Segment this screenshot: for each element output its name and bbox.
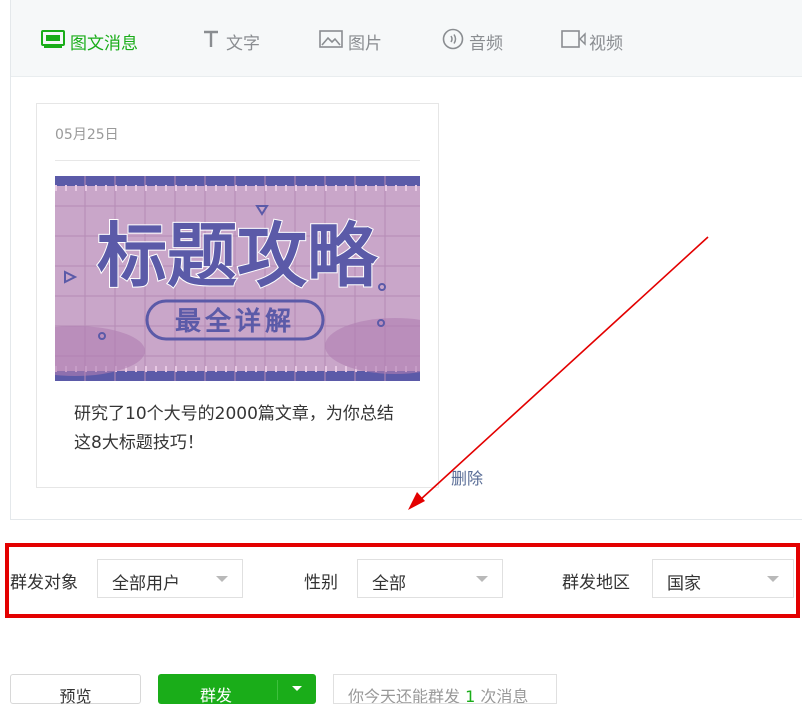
send-target-value: 全部用户 [112, 574, 180, 594]
send-button[interactable]: 群发 [158, 674, 316, 705]
send-target-select[interactable]: 全部用户 [97, 559, 243, 598]
article-title-line: 研究了10个大号的2000篇文章，为你总结 [74, 404, 394, 424]
text-icon [201, 29, 221, 54]
region-value: 国家 [667, 574, 701, 594]
chevron-down-icon [216, 576, 228, 582]
article-card[interactable]: 05月25日 标题攻略 最全详解 研究了10个大号的2000篇文章，为你总结 这… [36, 103, 439, 488]
video-icon [561, 29, 587, 54]
send-button-label: 群发 [200, 686, 233, 705]
tab-label: 视频 [589, 33, 623, 54]
chevron-down-icon [476, 576, 488, 582]
message-type-tabs: 图文消息 文字 图片 音频 视频 [11, 0, 802, 77]
quota-prefix: 你今天还能群发 [348, 687, 461, 704]
gender-select[interactable]: 全部 [357, 559, 503, 598]
quota-suffix: 次消息 [480, 687, 529, 704]
region-select[interactable]: 国家 [652, 559, 794, 598]
delete-link[interactable]: 删除 [451, 465, 483, 489]
article-date: 05月25日 [55, 127, 119, 143]
divider [55, 160, 420, 161]
cover-subtitle: 最全详解 [175, 306, 295, 337]
tab-news[interactable]: 图文消息 [41, 28, 138, 54]
news-icon [41, 29, 65, 54]
chevron-down-icon [767, 576, 779, 582]
message-editor-panel: 图文消息 文字 图片 音频 视频 05月25日 标题攻略 最全详解 研究了10个… [10, 0, 802, 520]
preview-button[interactable]: 预览 [10, 674, 141, 706]
tab-label: 音频 [469, 33, 503, 54]
chevron-down-icon[interactable] [292, 686, 302, 691]
tab-audio[interactable]: 音频 [442, 28, 503, 54]
quota-count: 1 [465, 687, 476, 704]
region-label: 群发地区 [562, 573, 630, 593]
gender-value: 全部 [372, 574, 406, 594]
tab-label: 图文消息 [70, 33, 138, 54]
audio-icon [442, 28, 464, 55]
button-divider [277, 680, 278, 700]
tab-label: 图片 [348, 33, 382, 54]
gender-label: 性别 [304, 573, 338, 593]
article-title: 研究了10个大号的2000篇文章，为你总结 这8大标题技巧！ [74, 400, 414, 458]
tab-image[interactable]: 图片 [319, 28, 382, 54]
tab-label: 文字 [226, 33, 260, 54]
article-title-line: 这8大标题技巧！ [74, 433, 204, 453]
article-cover-image: 标题攻略 最全详解 [55, 176, 420, 381]
send-quota-notice: 你今天还能群发 1 次消息 [333, 674, 557, 704]
send-target-label: 群发对象 [10, 573, 78, 593]
tab-text[interactable]: 文字 [201, 28, 260, 54]
cover-title: 标题攻略 [97, 215, 378, 297]
tab-video[interactable]: 视频 [561, 28, 623, 54]
preview-button-label: 预览 [59, 687, 92, 706]
image-icon [319, 29, 343, 54]
